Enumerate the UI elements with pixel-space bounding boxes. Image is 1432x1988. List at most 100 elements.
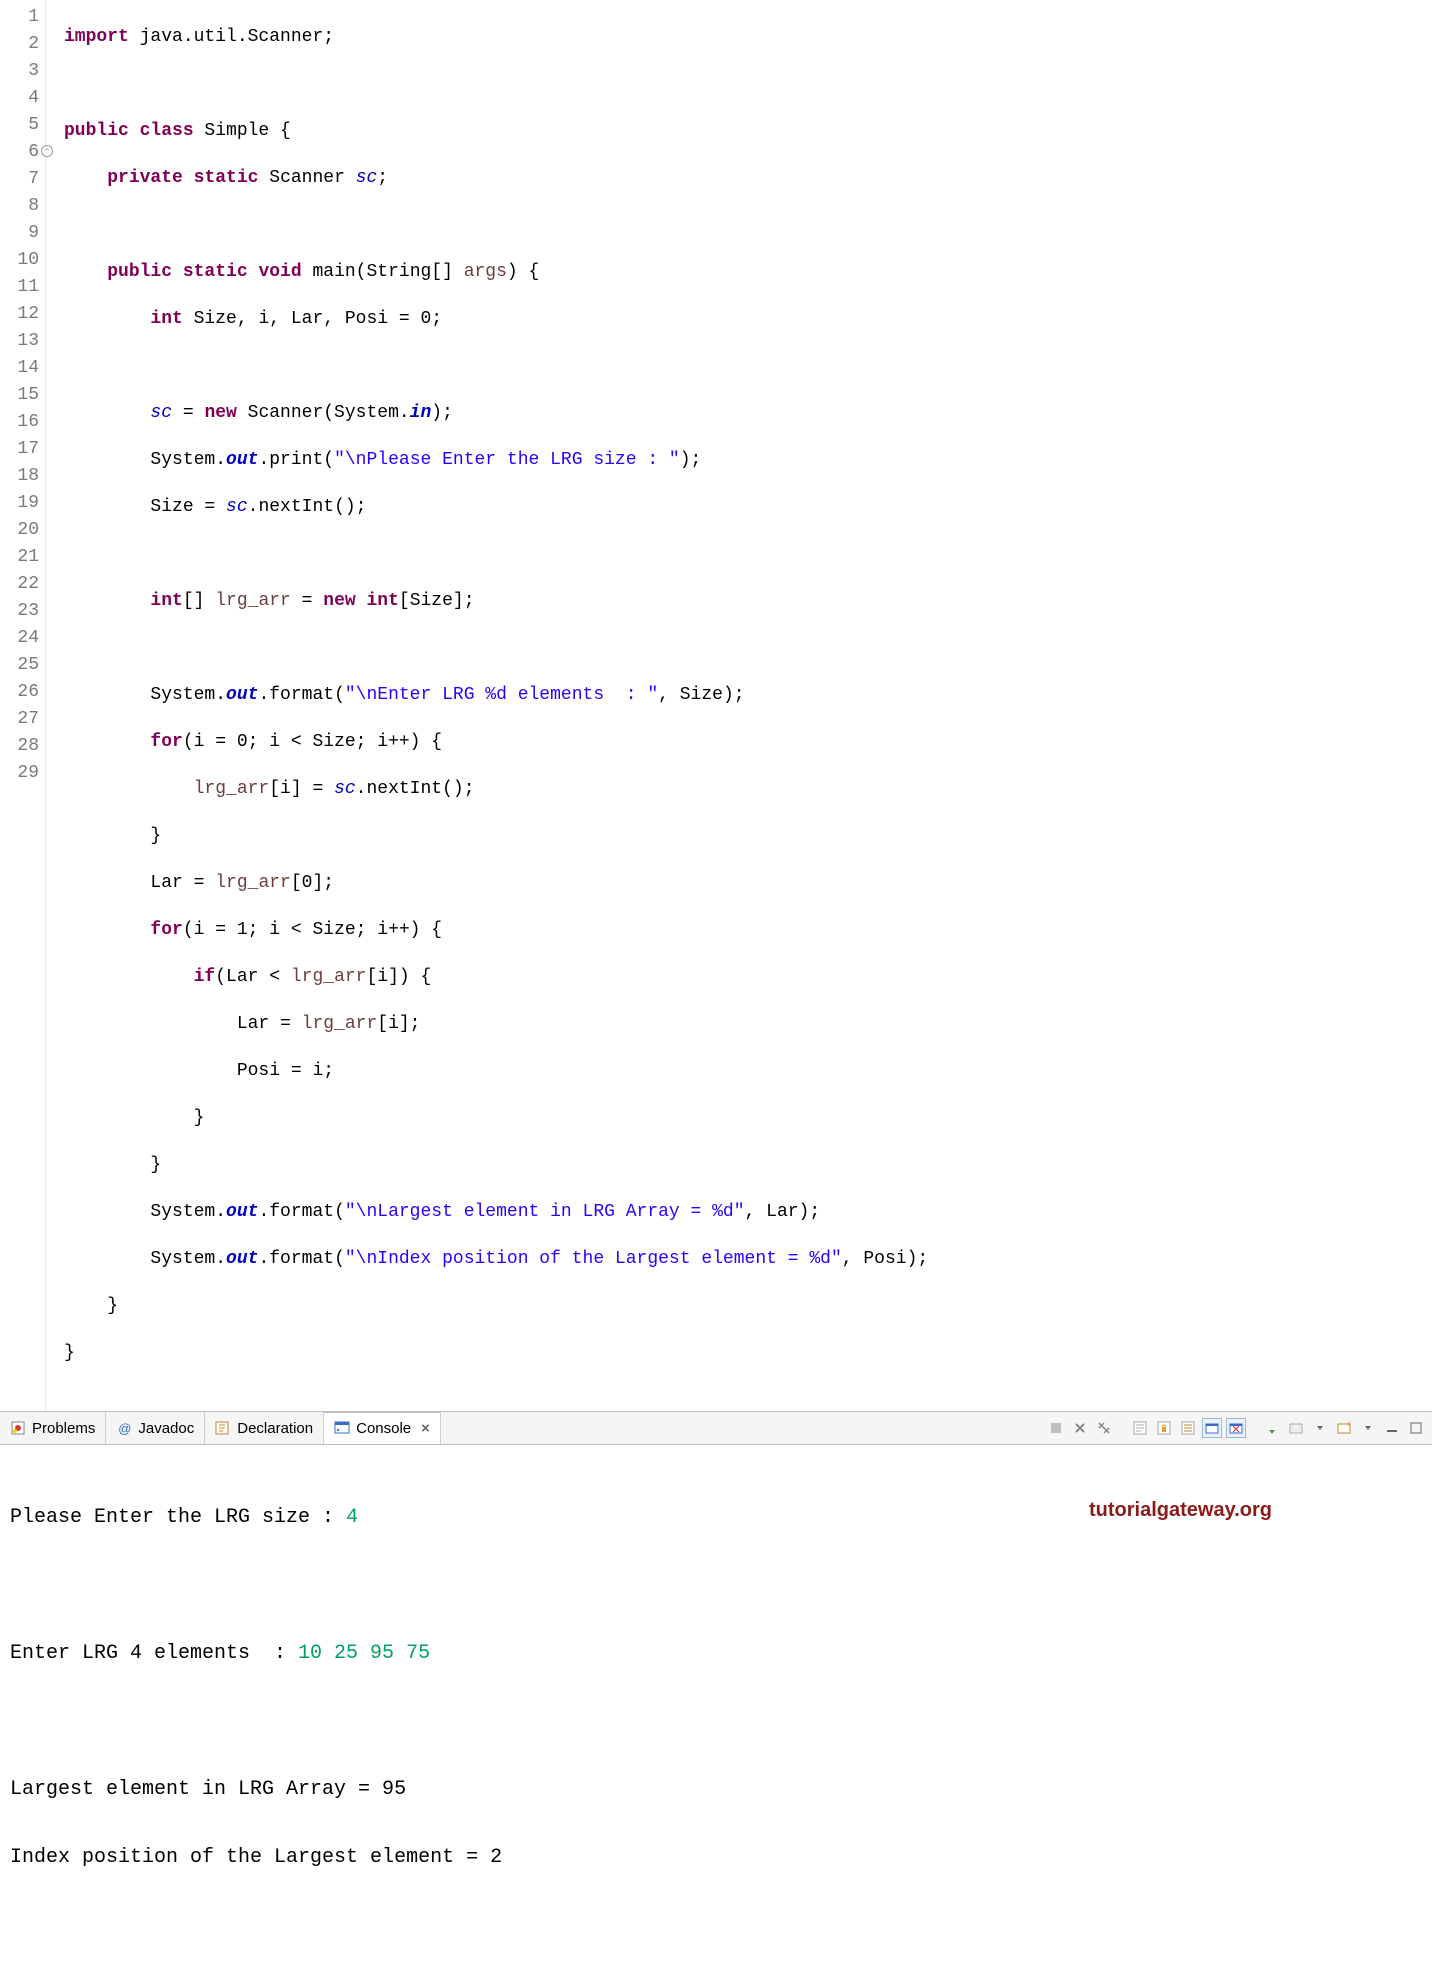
code-line[interactable] bbox=[64, 212, 1432, 239]
code-line[interactable]: System.out.print("\nPlease Enter the LRG… bbox=[64, 447, 1432, 474]
code-line[interactable]: for(i = 0; i < Size; i++) { bbox=[64, 729, 1432, 756]
tab-label: Console bbox=[356, 1420, 411, 1437]
tab-label: Declaration bbox=[237, 1420, 313, 1437]
line-number: 16 bbox=[2, 409, 39, 436]
line-number: 10 bbox=[2, 247, 39, 274]
code-line[interactable]: public class Simple { bbox=[64, 118, 1432, 145]
terminate-icon[interactable] bbox=[1046, 1418, 1066, 1438]
console-line bbox=[10, 1705, 1422, 1739]
code-line[interactable] bbox=[64, 635, 1432, 662]
clear-console-icon[interactable] bbox=[1130, 1418, 1150, 1438]
code-line[interactable]: int Size, i, Lar, Posi = 0; bbox=[64, 306, 1432, 333]
pin-console-icon[interactable] bbox=[1262, 1418, 1282, 1438]
svg-text:@: @ bbox=[118, 1421, 131, 1436]
word-wrap-icon[interactable] bbox=[1178, 1418, 1198, 1438]
line-number: 26 bbox=[2, 679, 39, 706]
console-icon bbox=[334, 1420, 350, 1436]
console-toolbar bbox=[1046, 1418, 1432, 1438]
code-line[interactable]: System.out.format("\nIndex position of t… bbox=[64, 1246, 1432, 1273]
line-number: 24 bbox=[2, 625, 39, 652]
code-line[interactable]: } bbox=[64, 1105, 1432, 1132]
line-number: 28 bbox=[2, 733, 39, 760]
code-area[interactable]: import java.util.Scanner; public class S… bbox=[46, 0, 1432, 1411]
line-number: 8 bbox=[2, 193, 39, 220]
remove-launch-icon[interactable] bbox=[1070, 1418, 1090, 1438]
line-number: 4 bbox=[2, 85, 39, 112]
display-selected-icon[interactable] bbox=[1286, 1418, 1306, 1438]
line-number: 21 bbox=[2, 544, 39, 571]
scroll-lock-icon[interactable] bbox=[1154, 1418, 1174, 1438]
tab-console[interactable]: Console × bbox=[324, 1412, 441, 1444]
tab-label: Javadoc bbox=[138, 1420, 194, 1437]
show-stderr-icon[interactable] bbox=[1226, 1418, 1246, 1438]
code-line[interactable]: Posi = i; bbox=[64, 1058, 1432, 1085]
line-number: 12 bbox=[2, 301, 39, 328]
code-line[interactable]: } bbox=[64, 1293, 1432, 1320]
code-line[interactable]: sc = new Scanner(System.in); bbox=[64, 400, 1432, 427]
line-number: 19 bbox=[2, 490, 39, 517]
code-line[interactable]: if(Lar < lrg_arr[i]) { bbox=[64, 964, 1432, 991]
tab-declaration[interactable]: Declaration bbox=[205, 1412, 324, 1444]
line-number: 7 bbox=[2, 166, 39, 193]
console-line: Largest element in LRG Array = 95 bbox=[10, 1773, 1422, 1807]
code-line[interactable]: int[] lrg_arr = new int[Size]; bbox=[64, 588, 1432, 615]
console-line: Index position of the Largest element = … bbox=[10, 1841, 1422, 1875]
line-number-gutter: 1 2 3 4 5 6– 7 8 9 10 11 12 13 14 15 16 … bbox=[0, 0, 46, 1411]
dropdown-arrow-icon[interactable] bbox=[1358, 1418, 1378, 1438]
open-console-icon[interactable] bbox=[1334, 1418, 1354, 1438]
code-line[interactable]: Lar = lrg_arr[0]; bbox=[64, 870, 1432, 897]
declaration-icon bbox=[215, 1420, 231, 1436]
console-line: Enter LRG 4 elements : 10 25 95 75 bbox=[10, 1637, 1422, 1671]
code-line[interactable]: System.out.format("\nEnter LRG %d elemen… bbox=[64, 682, 1432, 709]
code-line[interactable]: for(i = 1; i < Size; i++) { bbox=[64, 917, 1432, 944]
code-line[interactable]: System.out.format("\nLargest element in … bbox=[64, 1199, 1432, 1226]
line-number: 22 bbox=[2, 571, 39, 598]
line-number: 6– bbox=[2, 139, 39, 166]
code-line[interactable]: } bbox=[64, 823, 1432, 850]
remove-all-icon[interactable] bbox=[1094, 1418, 1114, 1438]
maximize-icon[interactable] bbox=[1406, 1418, 1426, 1438]
tab-javadoc[interactable]: @ Javadoc bbox=[106, 1412, 205, 1444]
tab-label: Problems bbox=[32, 1420, 95, 1437]
line-number: 25 bbox=[2, 652, 39, 679]
line-number: 3 bbox=[2, 58, 39, 85]
code-editor[interactable]: 1 2 3 4 5 6– 7 8 9 10 11 12 13 14 15 16 … bbox=[0, 0, 1432, 1411]
code-line[interactable]: lrg_arr[i] = sc.nextInt(); bbox=[64, 776, 1432, 803]
tab-problems[interactable]: Problems bbox=[0, 1412, 106, 1444]
code-line[interactable]: Size = sc.nextInt(); bbox=[64, 494, 1432, 521]
code-line[interactable]: private static Scanner sc; bbox=[64, 165, 1432, 192]
line-number: 5 bbox=[2, 112, 39, 139]
line-number: 18 bbox=[2, 463, 39, 490]
code-line[interactable]: import java.util.Scanner; bbox=[64, 24, 1432, 51]
line-number: 14 bbox=[2, 355, 39, 382]
problems-icon bbox=[10, 1420, 26, 1436]
code-line[interactable] bbox=[64, 353, 1432, 380]
close-icon[interactable]: × bbox=[421, 1420, 430, 1437]
line-number: 1 bbox=[2, 4, 39, 31]
code-line[interactable] bbox=[64, 541, 1432, 568]
line-number: 13 bbox=[2, 328, 39, 355]
line-number: 20 bbox=[2, 517, 39, 544]
line-number: 2 bbox=[2, 31, 39, 58]
code-line[interactable]: public static void main(String[] args) { bbox=[64, 259, 1432, 286]
line-number: 29 bbox=[2, 760, 39, 787]
line-number: 17 bbox=[2, 436, 39, 463]
show-stdout-icon[interactable] bbox=[1202, 1418, 1222, 1438]
code-line[interactable]: } bbox=[64, 1152, 1432, 1179]
minimize-icon[interactable] bbox=[1382, 1418, 1402, 1438]
console-output[interactable]: Please Enter the LRG size : 4 Enter LRG … bbox=[0, 1445, 1432, 1957]
bottom-panel-tabs: Problems @ Javadoc Declaration Console × bbox=[0, 1411, 1432, 1445]
fold-toggle-icon[interactable]: – bbox=[41, 145, 53, 157]
javadoc-icon: @ bbox=[116, 1420, 132, 1436]
line-number: 9 bbox=[2, 220, 39, 247]
line-number: 27 bbox=[2, 706, 39, 733]
dropdown-arrow-icon[interactable] bbox=[1310, 1418, 1330, 1438]
line-number: 11 bbox=[2, 274, 39, 301]
code-line[interactable]: } bbox=[64, 1340, 1432, 1367]
line-number: 23 bbox=[2, 598, 39, 625]
console-line bbox=[10, 1569, 1422, 1603]
watermark-text: tutorialgateway.org bbox=[1089, 1493, 1272, 1527]
code-line[interactable]: Lar = lrg_arr[i]; bbox=[64, 1011, 1432, 1038]
code-line[interactable] bbox=[64, 71, 1432, 98]
line-number: 15 bbox=[2, 382, 39, 409]
